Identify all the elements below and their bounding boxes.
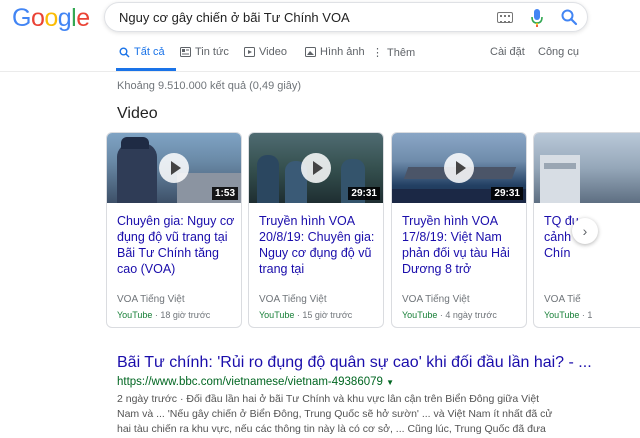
search-box xyxy=(104,2,588,32)
play-icon xyxy=(159,153,189,183)
tools-link[interactable]: Công cụ xyxy=(538,46,579,58)
tab-video[interactable]: Video xyxy=(244,46,287,58)
video-title[interactable]: Truyền hình VOA 17/8/19: Việt Nam phản đ… xyxy=(402,213,522,277)
tab-all[interactable]: Tất cả xyxy=(119,46,165,58)
video-source: VOA Tiế xyxy=(544,294,581,305)
result-url[interactable]: https://www.bbc.com/vietnamese/vietnam-4… xyxy=(117,376,394,388)
video-age: 15 giờ trước xyxy=(302,310,353,320)
video-age: 18 giờ trước xyxy=(160,310,211,320)
chevron-right-icon: › xyxy=(582,223,588,239)
tab-images[interactable]: Hình ảnh xyxy=(305,46,365,58)
tab-label: Hình ảnh xyxy=(320,46,365,58)
video-age: 1 xyxy=(587,310,593,320)
video-card[interactable]: 1:53 Chuyên gia: Nguy cơ đụng độ vũ tran… xyxy=(106,132,242,328)
search-icon[interactable] xyxy=(560,8,578,26)
video-thumbnail[interactable] xyxy=(534,133,640,203)
search-input[interactable] xyxy=(119,8,479,26)
video-platform: YouTube xyxy=(259,310,295,320)
video-platform: YouTube xyxy=(117,310,153,320)
video-title[interactable]: Truyền hình VOA 20/8/19: Chuyên gia: Ngu… xyxy=(259,213,379,277)
settings-label: Cài đặt xyxy=(490,46,525,58)
video-thumbnail[interactable]: 29:31 xyxy=(249,133,383,203)
more-icon: ⋮ xyxy=(372,47,383,59)
caret-down-icon[interactable]: ▼ xyxy=(386,378,394,387)
video-source: VOA Tiếng Việt xyxy=(259,294,327,305)
microphone-icon[interactable] xyxy=(530,8,544,28)
video-icon xyxy=(244,47,255,57)
snippet-text: Đối đầu lần hai ở bãi Tư Chính và khu vự… xyxy=(186,393,540,405)
carousel-next-button[interactable]: › xyxy=(572,218,598,244)
search-icon xyxy=(119,47,130,58)
video-source: VOA Tiếng Việt xyxy=(117,294,185,305)
result-age: 2 ngày trước xyxy=(117,393,178,405)
video-duration: 29:31 xyxy=(348,187,380,200)
result-title-link[interactable]: Bãi Tư chính: 'Rủi ro đụng độ quân sự ca… xyxy=(117,354,592,372)
video-title[interactable]: Chuyên gia: Nguy cơ đụng độ vũ trang tại… xyxy=(117,213,237,277)
play-icon xyxy=(444,153,474,183)
snippet-line: Nam và ... 'Nếu gây chiến ở Biển Đông, T… xyxy=(117,408,553,420)
tab-label: Thêm xyxy=(387,46,416,59)
result-url-text: https://www.bbc.com/vietnamese/vietnam-4… xyxy=(117,376,383,388)
video-card[interactable]: 29:31 Truyền hình VOA 17/8/19: Việt Nam … xyxy=(391,132,527,328)
video-thumbnail[interactable]: 1:53 xyxy=(107,133,241,203)
video-meta: YouTube · 15 giờ trước xyxy=(259,310,353,320)
tab-more[interactable]: ⋮ Thêm xyxy=(372,46,416,60)
snippet-line: 2 ngày trước · Đối đầu lần hai ở bãi Tư … xyxy=(117,393,540,405)
tab-label: Tin tức xyxy=(195,46,229,58)
google-logo[interactable]: Google xyxy=(12,4,90,33)
tab-label: Video xyxy=(259,46,287,58)
tab-news[interactable]: Tin tức xyxy=(180,46,229,58)
video-thumbnail[interactable]: 29:31 xyxy=(392,133,526,203)
result-snippet: 2 ngày trước · Đối đầu lần hai ở bãi Tư … xyxy=(117,392,577,437)
video-duration: 29:31 xyxy=(491,187,523,200)
video-age: 4 ngày trước xyxy=(445,310,497,320)
video-source: VOA Tiếng Việt xyxy=(402,294,470,305)
video-card[interactable]: 29:31 Truyền hình VOA 20/8/19: Chuyên gi… xyxy=(248,132,384,328)
video-meta: YouTube · 1 xyxy=(544,310,593,320)
settings-link[interactable]: Cài đặt xyxy=(490,46,525,58)
search-tabs: Tất cả Tin tức Video Hình ảnh ⋮ Thêm Cài… xyxy=(0,38,640,72)
video-meta: YouTube · 4 ngày trước xyxy=(402,310,497,320)
video-section-heading: Video xyxy=(117,105,158,122)
video-meta: YouTube · 18 giờ trước xyxy=(117,310,211,320)
video-duration: 1:53 xyxy=(211,187,238,200)
video-platform: YouTube xyxy=(544,310,580,320)
tab-label: Tất cả xyxy=(134,46,165,58)
video-platform: YouTube xyxy=(402,310,438,320)
image-icon xyxy=(305,47,316,57)
keyboard-icon[interactable] xyxy=(497,12,513,23)
active-tab-indicator xyxy=(116,68,176,71)
snippet-line: hai tàu chiến ra khu vực, nếu các thông … xyxy=(117,423,546,435)
play-icon xyxy=(301,153,331,183)
news-icon xyxy=(180,47,191,57)
tools-label: Công cụ xyxy=(538,46,579,58)
result-stats: Khoảng 9.510.000 kết quả (0,49 giây) xyxy=(117,80,302,92)
